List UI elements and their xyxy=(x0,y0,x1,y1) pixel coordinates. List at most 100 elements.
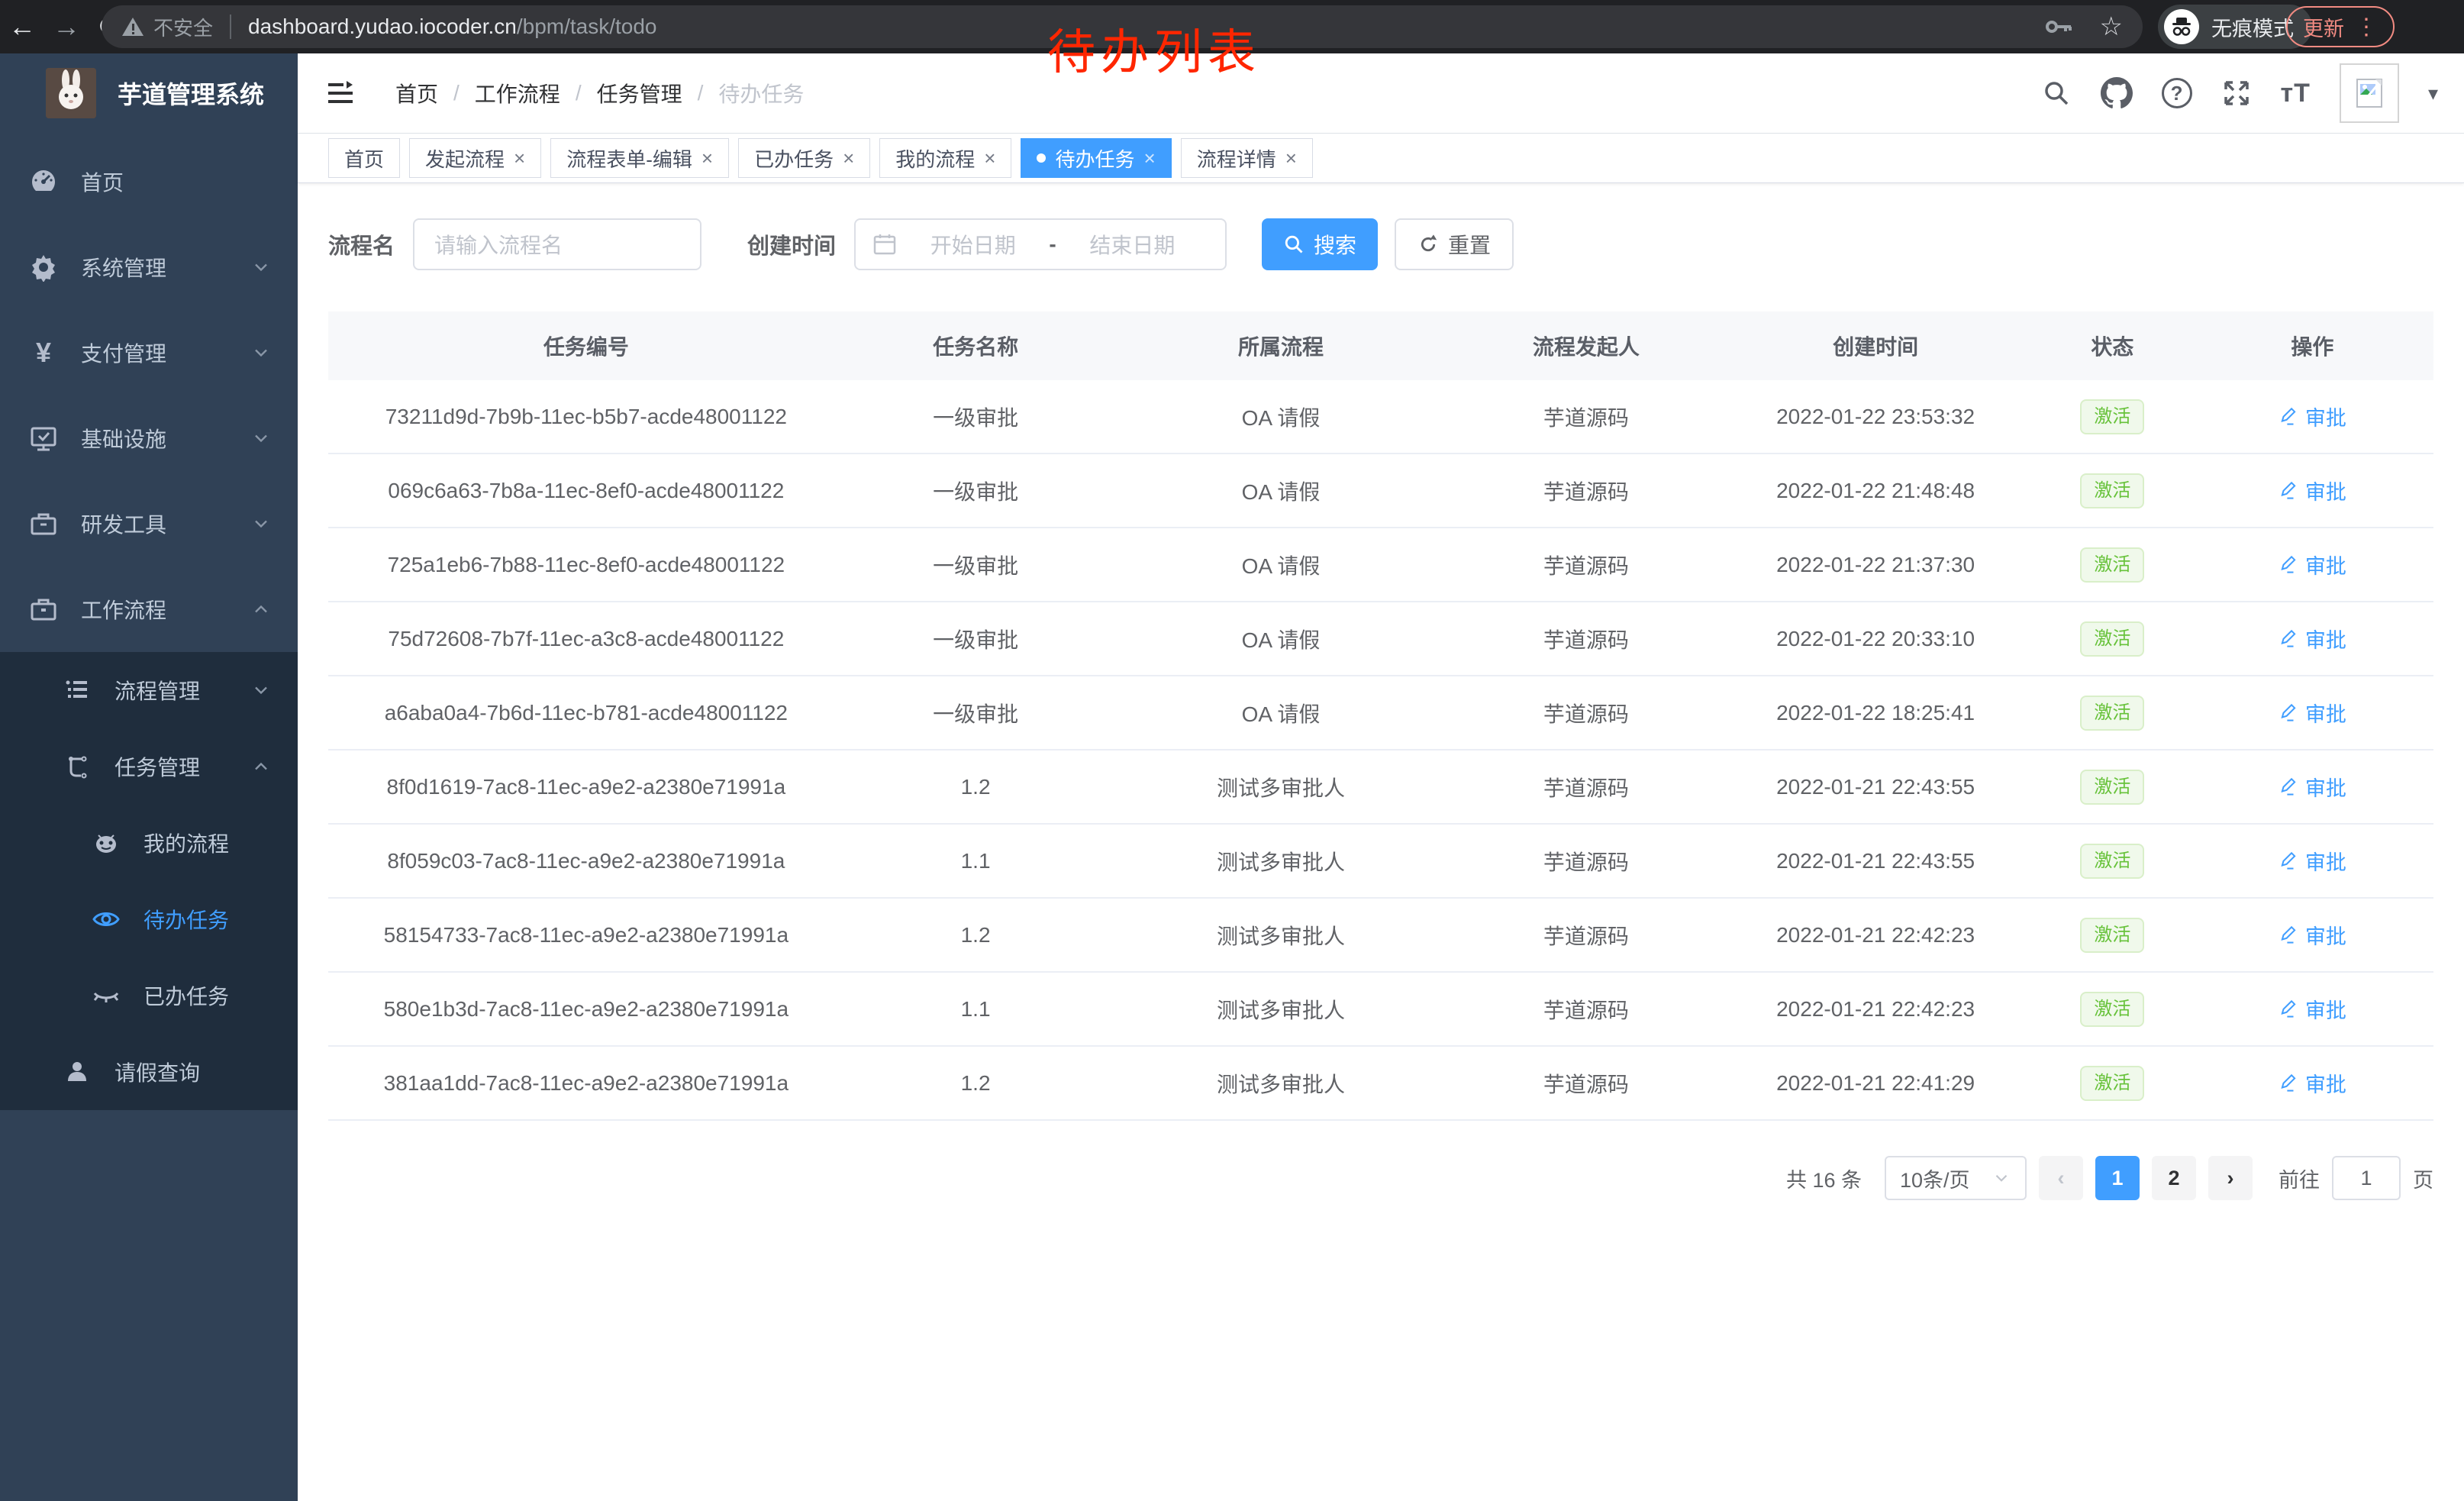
browser-menu-icon[interactable]: ⋮ xyxy=(2355,14,2378,40)
task-process: OA 请假 xyxy=(1107,402,1454,432)
tab-process-form-edit[interactable]: 流程表单-编辑 × xyxy=(550,138,729,178)
sidebar: 芋道管理系统 首页 xyxy=(0,53,298,1501)
sidebar-item-done-task[interactable]: 已办任务 xyxy=(0,957,298,1034)
address-bar[interactable]: 不安全 dashboard.yudao.iocoder.cn/bpm/task/… xyxy=(102,5,2143,48)
tab-done-task[interactable]: 已办任务 × xyxy=(738,138,870,178)
process-name-input[interactable]: 请输入流程名 xyxy=(413,218,701,270)
task-name: 一级审批 xyxy=(844,624,1108,654)
approve-link[interactable]: 审批 xyxy=(2279,772,2346,802)
fullscreen-icon[interactable] xyxy=(2221,78,2252,108)
date-range-picker[interactable]: 开始日期 - 结束日期 xyxy=(854,218,1227,270)
task-id: 58154733-7ac8-11ec-a9e2-a2380e71991a xyxy=(328,923,844,947)
goto-page-input[interactable]: 1 xyxy=(2332,1156,2401,1200)
briefcase-icon xyxy=(26,595,61,624)
incognito-label: 无痕模式 xyxy=(2211,12,2294,42)
approve-link[interactable]: 审批 xyxy=(2279,846,2346,876)
security-status[interactable]: 不安全 xyxy=(121,13,213,41)
breadcrumb-task-mgmt[interactable]: 任务管理 xyxy=(597,78,682,108)
sidebar-item-label: 支付管理 xyxy=(81,337,166,368)
approve-link[interactable]: 审批 xyxy=(2279,402,2346,431)
sidebar-collapse-icon[interactable] xyxy=(325,78,356,108)
approve-link[interactable]: 审批 xyxy=(2279,1068,2346,1098)
sidebar-item-my-process[interactable]: 我的流程 xyxy=(0,805,298,881)
sidebar-item-task-mgmt[interactable]: 任务管理 xyxy=(0,728,298,805)
task-name: 1.1 xyxy=(844,997,1108,1022)
avatar[interactable] xyxy=(2340,63,2399,123)
task-time: 2022-01-22 21:48:48 xyxy=(1717,479,2033,503)
security-label: 不安全 xyxy=(153,13,213,41)
text-size-icon[interactable]: ᴛT xyxy=(2281,79,2311,108)
prev-page-button[interactable]: ‹ xyxy=(2039,1156,2083,1200)
tab-todo-task[interactable]: 待办任务 × xyxy=(1021,138,1171,178)
task-starter: 芋道源码 xyxy=(1455,772,1718,802)
close-icon[interactable]: × xyxy=(984,148,995,168)
password-key-icon[interactable] xyxy=(2043,11,2074,42)
breadcrumb-home[interactable]: 首页 xyxy=(395,78,438,108)
browser-forward-icon[interactable]: → xyxy=(44,11,89,43)
sidebar-item-system[interactable]: 系统管理 xyxy=(0,224,298,310)
table-row: 725a1eb6-7b88-11ec-8ef0-acde48001122 一级审… xyxy=(328,528,2433,602)
close-icon[interactable]: × xyxy=(1285,148,1297,168)
sidebar-item-label: 基础设施 xyxy=(81,423,166,454)
close-icon[interactable]: × xyxy=(514,148,525,168)
approve-link[interactable]: 审批 xyxy=(2279,994,2346,1024)
avatar-caret-icon[interactable]: ▾ xyxy=(2428,82,2438,105)
close-icon[interactable]: × xyxy=(701,148,713,168)
github-icon[interactable] xyxy=(2101,77,2133,109)
col-create-time: 创建时间 xyxy=(1717,331,2033,361)
col-process: 所属流程 xyxy=(1107,331,1454,361)
bookmark-star-icon[interactable]: ☆ xyxy=(2100,11,2123,42)
breadcrumb-separator: / xyxy=(453,81,460,105)
sidebar-item-label: 流程管理 xyxy=(114,675,200,705)
page-button-2[interactable]: 2 xyxy=(2152,1156,2196,1200)
reset-button[interactable]: 重置 xyxy=(1395,218,1514,270)
task-process: 测试多审批人 xyxy=(1107,1068,1454,1099)
task-starter: 芋道源码 xyxy=(1455,846,1718,876)
approve-link[interactable]: 审批 xyxy=(2279,698,2346,728)
status-badge: 激活 xyxy=(2080,844,2144,879)
sidebar-item-label: 任务管理 xyxy=(114,751,200,782)
table-row: a6aba0a4-7b6d-11ec-b781-acde48001122 一级审… xyxy=(328,676,2433,750)
task-starter: 芋道源码 xyxy=(1455,698,1718,728)
status-badge: 激活 xyxy=(2080,473,2144,508)
warning-icon xyxy=(121,16,144,37)
next-page-button[interactable]: › xyxy=(2208,1156,2253,1200)
search-button[interactable]: 搜索 xyxy=(1262,218,1378,270)
breadcrumb: 首页 / 工作流程 / 任务管理 / 待办任务 xyxy=(395,78,804,108)
gear-icon xyxy=(26,253,61,282)
tab-home[interactable]: 首页 xyxy=(328,138,400,178)
approve-link[interactable]: 审批 xyxy=(2279,476,2346,505)
sidebar-item-payment[interactable]: ¥ 支付管理 xyxy=(0,310,298,395)
incognito-icon xyxy=(2164,9,2199,44)
sidebar-item-leave-query[interactable]: 请假查询 xyxy=(0,1034,298,1110)
breadcrumb-workflow[interactable]: 工作流程 xyxy=(475,78,560,108)
page-button-1[interactable]: 1 xyxy=(2095,1156,2140,1200)
close-icon[interactable]: × xyxy=(1144,148,1156,168)
sidebar-item-devtools[interactable]: 研发工具 xyxy=(0,481,298,567)
sidebar-item-process-mgmt[interactable]: 流程管理 xyxy=(0,652,298,728)
search-icon[interactable] xyxy=(2041,78,2072,108)
approve-link[interactable]: 审批 xyxy=(2279,920,2346,950)
tab-my-process[interactable]: 我的流程 × xyxy=(879,138,1011,178)
browser-back-icon[interactable]: ← xyxy=(0,11,44,43)
task-id: 73211d9d-7b9b-11ec-b5b7-acde48001122 xyxy=(328,405,844,429)
list-icon xyxy=(60,676,95,704)
app-header: 首页 / 工作流程 / 任务管理 / 待办任务 xyxy=(298,53,2464,133)
tab-start-process[interactable]: 发起流程 × xyxy=(409,138,541,178)
end-date-placeholder: 结束日期 xyxy=(1056,229,1208,260)
sidebar-item-label: 我的流程 xyxy=(144,828,229,858)
approve-link[interactable]: 审批 xyxy=(2279,624,2346,654)
task-process: 测试多审批人 xyxy=(1107,772,1454,802)
close-icon[interactable]: × xyxy=(843,148,854,168)
approve-link[interactable]: 审批 xyxy=(2279,550,2346,579)
task-starter: 芋道源码 xyxy=(1455,624,1718,654)
browser-update-button[interactable]: 更新 ⋮ xyxy=(2286,6,2395,47)
sidebar-item-workflow[interactable]: 工作流程 xyxy=(0,567,298,652)
sidebar-item-todo-task[interactable]: 待办任务 xyxy=(0,881,298,957)
task-name: 一级审批 xyxy=(844,402,1108,432)
page-size-select[interactable]: 10条/页 xyxy=(1885,1156,2027,1200)
sidebar-item-home[interactable]: 首页 xyxy=(0,139,298,224)
sidebar-item-infra[interactable]: 基础设施 xyxy=(0,395,298,481)
tab-process-detail[interactable]: 流程详情 × xyxy=(1181,138,1313,178)
help-icon[interactable]: ? xyxy=(2162,78,2192,108)
